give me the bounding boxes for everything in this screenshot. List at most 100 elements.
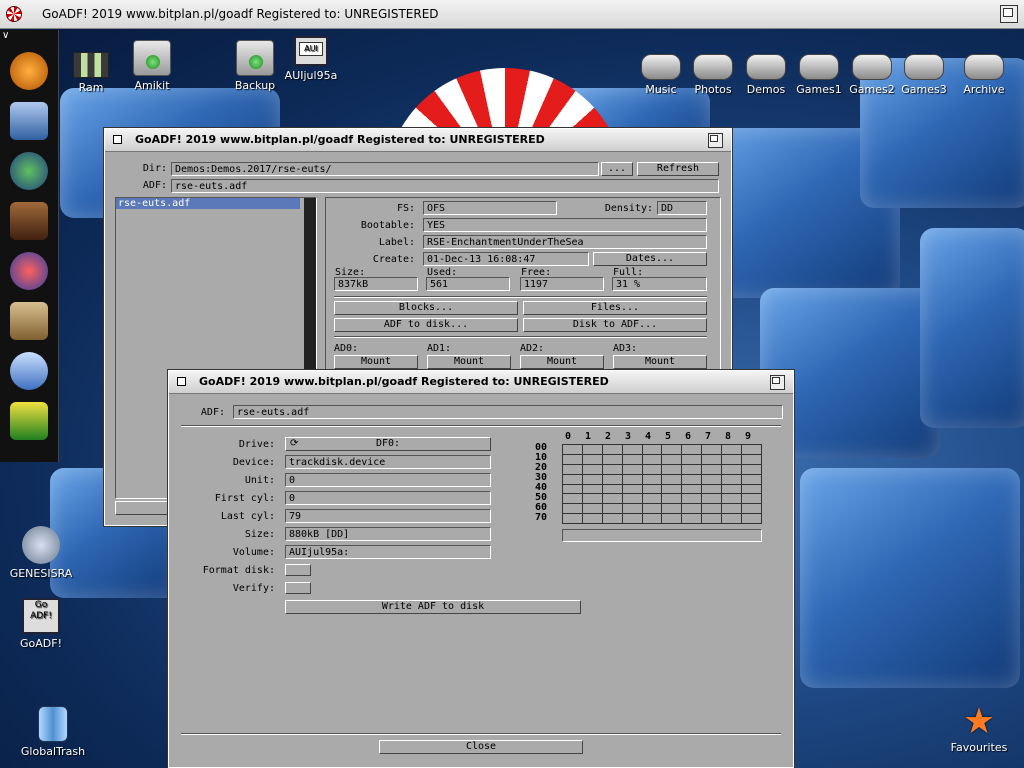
amiga-logo-icon[interactable] [6,6,22,22]
list-item[interactable]: rse-euts.adf [116,198,300,209]
browser-icon[interactable] [10,152,48,190]
density-field: DD [657,201,707,215]
bottom-left-button[interactable] [115,501,175,515]
goadf-app-icon[interactable]: Go ADF! GoADF! [6,598,76,650]
tool-icon[interactable] [10,252,48,290]
ad1-label: AD1: [427,343,452,354]
grid-cell [601,493,623,505]
used-field: 561 [426,277,510,291]
adf-to-disk-button[interactable]: ADF to disk... [334,318,518,332]
dock-collapse-icon[interactable]: ∨ [2,30,16,44]
format-disk-checkbox[interactable] [285,564,311,576]
divider [181,425,781,427]
cube-decoration [920,228,1024,428]
refresh-button[interactable]: Refresh [637,162,719,176]
amikit-drive-icon[interactable]: Amikit [117,40,187,92]
grid-row-headers: 00 10 20 30 40 50 60 70 [535,443,557,526]
unit-field[interactable]: 0 [285,473,491,487]
mount-ad2-button[interactable]: Mount [520,355,604,369]
search-icon[interactable] [10,352,48,390]
window-title-bar[interactable]: GoADF! 2019 www.bitplan.pl/goadf Registe… [169,371,793,394]
trash-icon [38,706,68,742]
genesis-icon[interactable] [10,52,48,90]
dates-button[interactable]: Dates... [593,252,707,266]
free-field: 1197 [520,277,604,291]
globaltrash-icon[interactable]: GlobalTrash [18,706,88,758]
grid-cell [641,453,663,465]
grid-column-label: 1 [585,431,592,442]
settings-icon[interactable] [10,102,48,140]
archive-drive-icon[interactable]: Archive [949,46,1019,96]
face-icon[interactable] [10,302,48,340]
device-field[interactable]: trackdisk.device [285,455,491,469]
grid-cell [701,453,723,465]
close-button[interactable]: Close [379,740,583,754]
adf-field[interactable]: rse-euts.adf [171,179,719,193]
amikit-label: Amikit [134,79,170,92]
grid-cell [562,463,583,475]
games2-label: Games2 [849,83,895,96]
grid-cell [601,463,623,475]
grid-cell [721,463,743,475]
first-cyl-field[interactable]: 0 [285,491,491,505]
grid-cell [621,483,643,495]
close-icon[interactable] [177,377,186,386]
create-field: 01-Dec-13 16:08:47 [423,252,589,266]
label-field: RSE-EnchantmentUnderTheSea [423,235,707,249]
lightning-icon[interactable] [10,402,48,440]
divider [334,296,707,298]
screen-depth-icon[interactable] [1000,5,1018,23]
grid-cell [581,493,603,505]
disk-to-adf-button[interactable]: Disk to ADF... [523,318,707,332]
favourites-label: Favourites [950,741,1008,754]
window-title-bar[interactable]: GoADF! 2019 www.bitplan.pl/goadf Registe… [105,129,731,152]
grid-column-headers: 0 1 2 3 4 5 6 7 8 9 [561,431,763,443]
grid-cell [681,493,703,505]
grid-cell [562,453,583,465]
adf-label: ADF: [142,180,167,191]
grid-cell [661,453,683,465]
auijul-disk-icon[interactable]: AUI AUIjul95a [276,36,346,82]
dir-field[interactable]: Demos:Demos.2017/rse-euts/ [171,162,599,176]
grid-cell [581,463,603,475]
window-title: GoADF! 2019 www.bitplan.pl/goadf Registe… [199,375,609,388]
ram-disk-icon[interactable]: Ram [56,44,126,94]
depth-icon[interactable] [708,133,723,148]
grid-cell [641,503,663,515]
favourites-icon[interactable]: ★ Favourites [944,704,1014,755]
last-cyl-field[interactable]: 79 [285,509,491,523]
mount-ad1-button[interactable]: Mount [427,355,511,369]
grid-cell [581,513,603,524]
verify-checkbox[interactable] [285,582,311,594]
bootable-field: YES [423,218,707,232]
grid-cell [641,444,663,455]
write-adf-to-disk-button[interactable]: Write ADF to disk [285,600,581,614]
games1-label: Games1 [796,83,842,96]
divider [181,733,781,735]
grid-cell [661,513,683,524]
volume-label: Volume: [232,547,275,558]
grid-cell [581,453,603,465]
browse-button[interactable]: ... [601,162,633,176]
close-icon[interactable] [113,135,122,144]
grid-cell [661,483,683,495]
grid-cell [661,463,683,475]
music-label: Music [645,83,677,96]
chewbacca-icon[interactable] [10,202,48,240]
grid-cell [681,513,703,524]
mount-ad0-button[interactable]: Mount [334,355,418,369]
bootable-label: Bootable: [360,220,415,231]
first-cyl-label: First cyl: [214,493,275,504]
files-button[interactable]: Files... [523,301,707,315]
mount-ad3-button[interactable]: Mount [613,355,707,369]
blocks-button[interactable]: Blocks... [334,301,518,315]
genesisra-icon[interactable]: GENESISRA [6,526,76,580]
grid-cell [621,493,643,505]
grid-cell [621,463,643,475]
depth-icon[interactable] [770,375,785,390]
create-label: Create: [372,254,415,265]
grid-row-label: 70 [535,512,548,523]
drive-cycle-button[interactable]: ⟳ DF0: [285,437,491,451]
grid-cell [701,473,723,485]
ram-icon [73,52,109,78]
